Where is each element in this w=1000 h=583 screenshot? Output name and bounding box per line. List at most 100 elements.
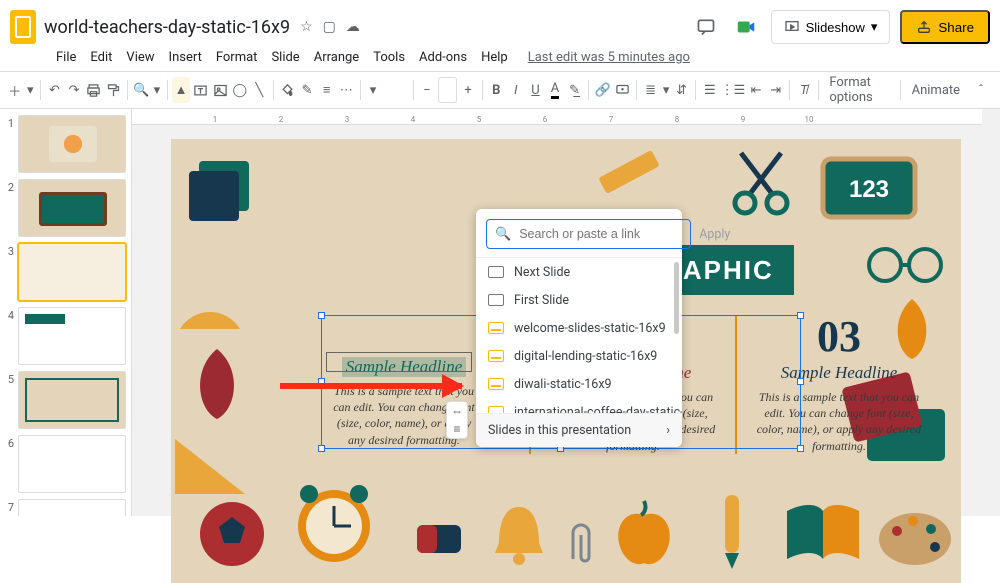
link-item-doc[interactable]: diwali-static-16x9 xyxy=(476,370,682,398)
meet-icon[interactable] xyxy=(731,12,761,42)
horizontal-ruler[interactable]: 12345678910 xyxy=(132,109,982,125)
eraser-icon xyxy=(411,515,469,563)
undo-button[interactable]: ↶ xyxy=(46,77,64,103)
slide-thumb-2[interactable] xyxy=(18,179,126,237)
border-color-button[interactable]: ✎ xyxy=(298,77,316,103)
font-size-field[interactable] xyxy=(438,77,458,103)
move-icon[interactable]: ▢ xyxy=(323,19,336,35)
link-item-first[interactable]: First Slide xyxy=(476,286,682,314)
fit-height-icon[interactable]: ≡ xyxy=(453,422,460,436)
menu-help[interactable]: Help xyxy=(475,48,514,67)
annotation-arrow xyxy=(280,383,462,389)
slide-thumb-6[interactable] xyxy=(18,435,126,493)
image-tool[interactable] xyxy=(211,77,229,103)
menu-slide[interactable]: Slide xyxy=(265,48,305,67)
apple-icon xyxy=(611,497,677,569)
link-list-scrollbar[interactable] xyxy=(674,262,679,334)
highlight-button[interactable]: ✎̲ xyxy=(566,77,584,103)
notebook-icon xyxy=(189,153,269,223)
bold-button[interactable]: B xyxy=(488,77,506,103)
menu-bar: File Edit View Insert Format Slide Arran… xyxy=(0,48,1000,71)
thumb-number: 7 xyxy=(4,499,14,516)
menu-insert[interactable]: Insert xyxy=(163,48,208,67)
slide-thumb-3[interactable] xyxy=(18,243,126,301)
italic-button[interactable]: I xyxy=(507,77,525,103)
menu-edit[interactable]: Edit xyxy=(84,48,118,67)
insert-comment-button[interactable] xyxy=(614,77,632,103)
ruler-icon xyxy=(591,143,663,211)
slide-thumb-1[interactable] xyxy=(18,115,126,173)
redo-button[interactable]: ↷ xyxy=(65,77,83,103)
format-options-button[interactable]: Format options xyxy=(823,75,895,105)
indent-inc-button[interactable]: ⇥ xyxy=(767,77,785,103)
comments-icon[interactable] xyxy=(691,12,721,42)
slideshow-caret-icon[interactable]: ▾ xyxy=(871,19,878,35)
slideshow-button[interactable]: Slideshow ▾ xyxy=(771,10,891,44)
line-tool[interactable]: ╲ xyxy=(251,77,269,103)
menu-addons[interactable]: Add-ons xyxy=(413,48,473,67)
menu-view[interactable]: View xyxy=(120,48,160,67)
select-tool[interactable]: ▲ xyxy=(172,77,190,103)
slide-thumb-7[interactable]: thank you xyxy=(18,499,126,516)
insert-link-button[interactable]: 🔗 xyxy=(594,77,612,103)
football-icon xyxy=(197,499,267,569)
zoom-caret-icon[interactable]: ▾ xyxy=(152,77,161,103)
menu-arrange[interactable]: Arrange xyxy=(308,48,365,67)
scissors-icon xyxy=(731,145,791,225)
document-title[interactable]: world-teachers-day-static-16x9 xyxy=(44,17,290,38)
font-size-inc[interactable]: + xyxy=(459,77,477,103)
collapse-toolbar-icon[interactable]: ˆ xyxy=(968,77,994,103)
text-color-button[interactable]: A xyxy=(546,77,564,103)
clear-format-button[interactable]: T̸ xyxy=(795,77,813,103)
slide-canvas-area[interactable]: 12345678910 123 NFOGRAPHIC xyxy=(132,109,1000,516)
last-edit-link[interactable]: Last edit was 5 minutes ago xyxy=(522,48,696,67)
leaf-icon xyxy=(187,349,247,419)
link-search-input[interactable] xyxy=(517,226,682,242)
link-search-field[interactable]: 🔍 xyxy=(486,219,691,249)
font-size-dec[interactable]: − xyxy=(418,77,436,103)
font-menu[interactable]: ▾ xyxy=(366,77,408,103)
title-bar: world-teachers-day-static-16x9 ☆ ▢ ☁ Sli… xyxy=(0,0,1000,48)
share-button[interactable]: Share xyxy=(900,10,990,44)
link-item-doc[interactable]: welcome-slides-static-16x9 xyxy=(476,314,682,342)
link-slides-this-presentation[interactable]: Slides in this presentation › xyxy=(476,413,682,447)
textbox-tool[interactable] xyxy=(192,77,210,103)
border-weight-button[interactable]: ≡ xyxy=(318,77,336,103)
indent-dec-button[interactable]: ⇤ xyxy=(747,77,765,103)
zoom-button[interactable]: 🔍 xyxy=(133,77,151,103)
border-dash-button[interactable]: ⋯ xyxy=(337,77,355,103)
menu-file[interactable]: File xyxy=(50,48,82,67)
fit-width-icon[interactable]: ⇔ xyxy=(451,404,463,418)
underline-button[interactable]: U xyxy=(527,77,545,103)
chalkboard-icon: 123 xyxy=(819,155,919,225)
text-selection-box[interactable] xyxy=(326,352,472,372)
fill-color-button[interactable] xyxy=(279,77,297,103)
align-caret-icon[interactable]: ▾ xyxy=(661,77,670,103)
numbered-list-button[interactable]: ☰ xyxy=(701,77,719,103)
cloud-status-icon[interactable]: ☁ xyxy=(346,19,360,35)
new-slide-caret-icon[interactable]: ▾ xyxy=(26,77,35,103)
print-button[interactable] xyxy=(85,77,103,103)
slide-thumb-5[interactable] xyxy=(18,371,126,429)
menu-tools[interactable]: Tools xyxy=(367,48,411,67)
glasses-icon xyxy=(867,243,945,287)
shape-tool[interactable]: ◯ xyxy=(231,77,249,103)
text-fit-toolbar[interactable]: ⇔ ≡ xyxy=(446,401,468,439)
line-spacing-button[interactable]: ⇵ xyxy=(673,77,691,103)
paint-format-button[interactable] xyxy=(104,77,122,103)
link-apply-button[interactable]: Apply xyxy=(699,227,730,242)
thumb-number: 3 xyxy=(4,243,14,301)
setsquare-icon xyxy=(175,439,255,499)
link-item-doc[interactable]: international-coffee-day-static-16x9 xyxy=(476,398,682,413)
link-item-doc[interactable]: digital-lending-static-16x9 xyxy=(476,342,682,370)
slides-app-icon[interactable] xyxy=(10,10,36,44)
menu-format[interactable]: Format xyxy=(210,48,264,67)
star-icon[interactable]: ☆ xyxy=(300,19,313,35)
new-slide-button[interactable]: ＋ xyxy=(6,77,24,103)
link-item-next[interactable]: Next Slide xyxy=(476,258,682,286)
slide-thumb-4[interactable] xyxy=(18,307,126,365)
animate-button[interactable]: Animate xyxy=(906,83,966,98)
bulleted-list-button[interactable]: ⋮☰ xyxy=(721,77,746,103)
align-button[interactable]: ≣ xyxy=(642,77,660,103)
bell-icon xyxy=(491,499,547,571)
